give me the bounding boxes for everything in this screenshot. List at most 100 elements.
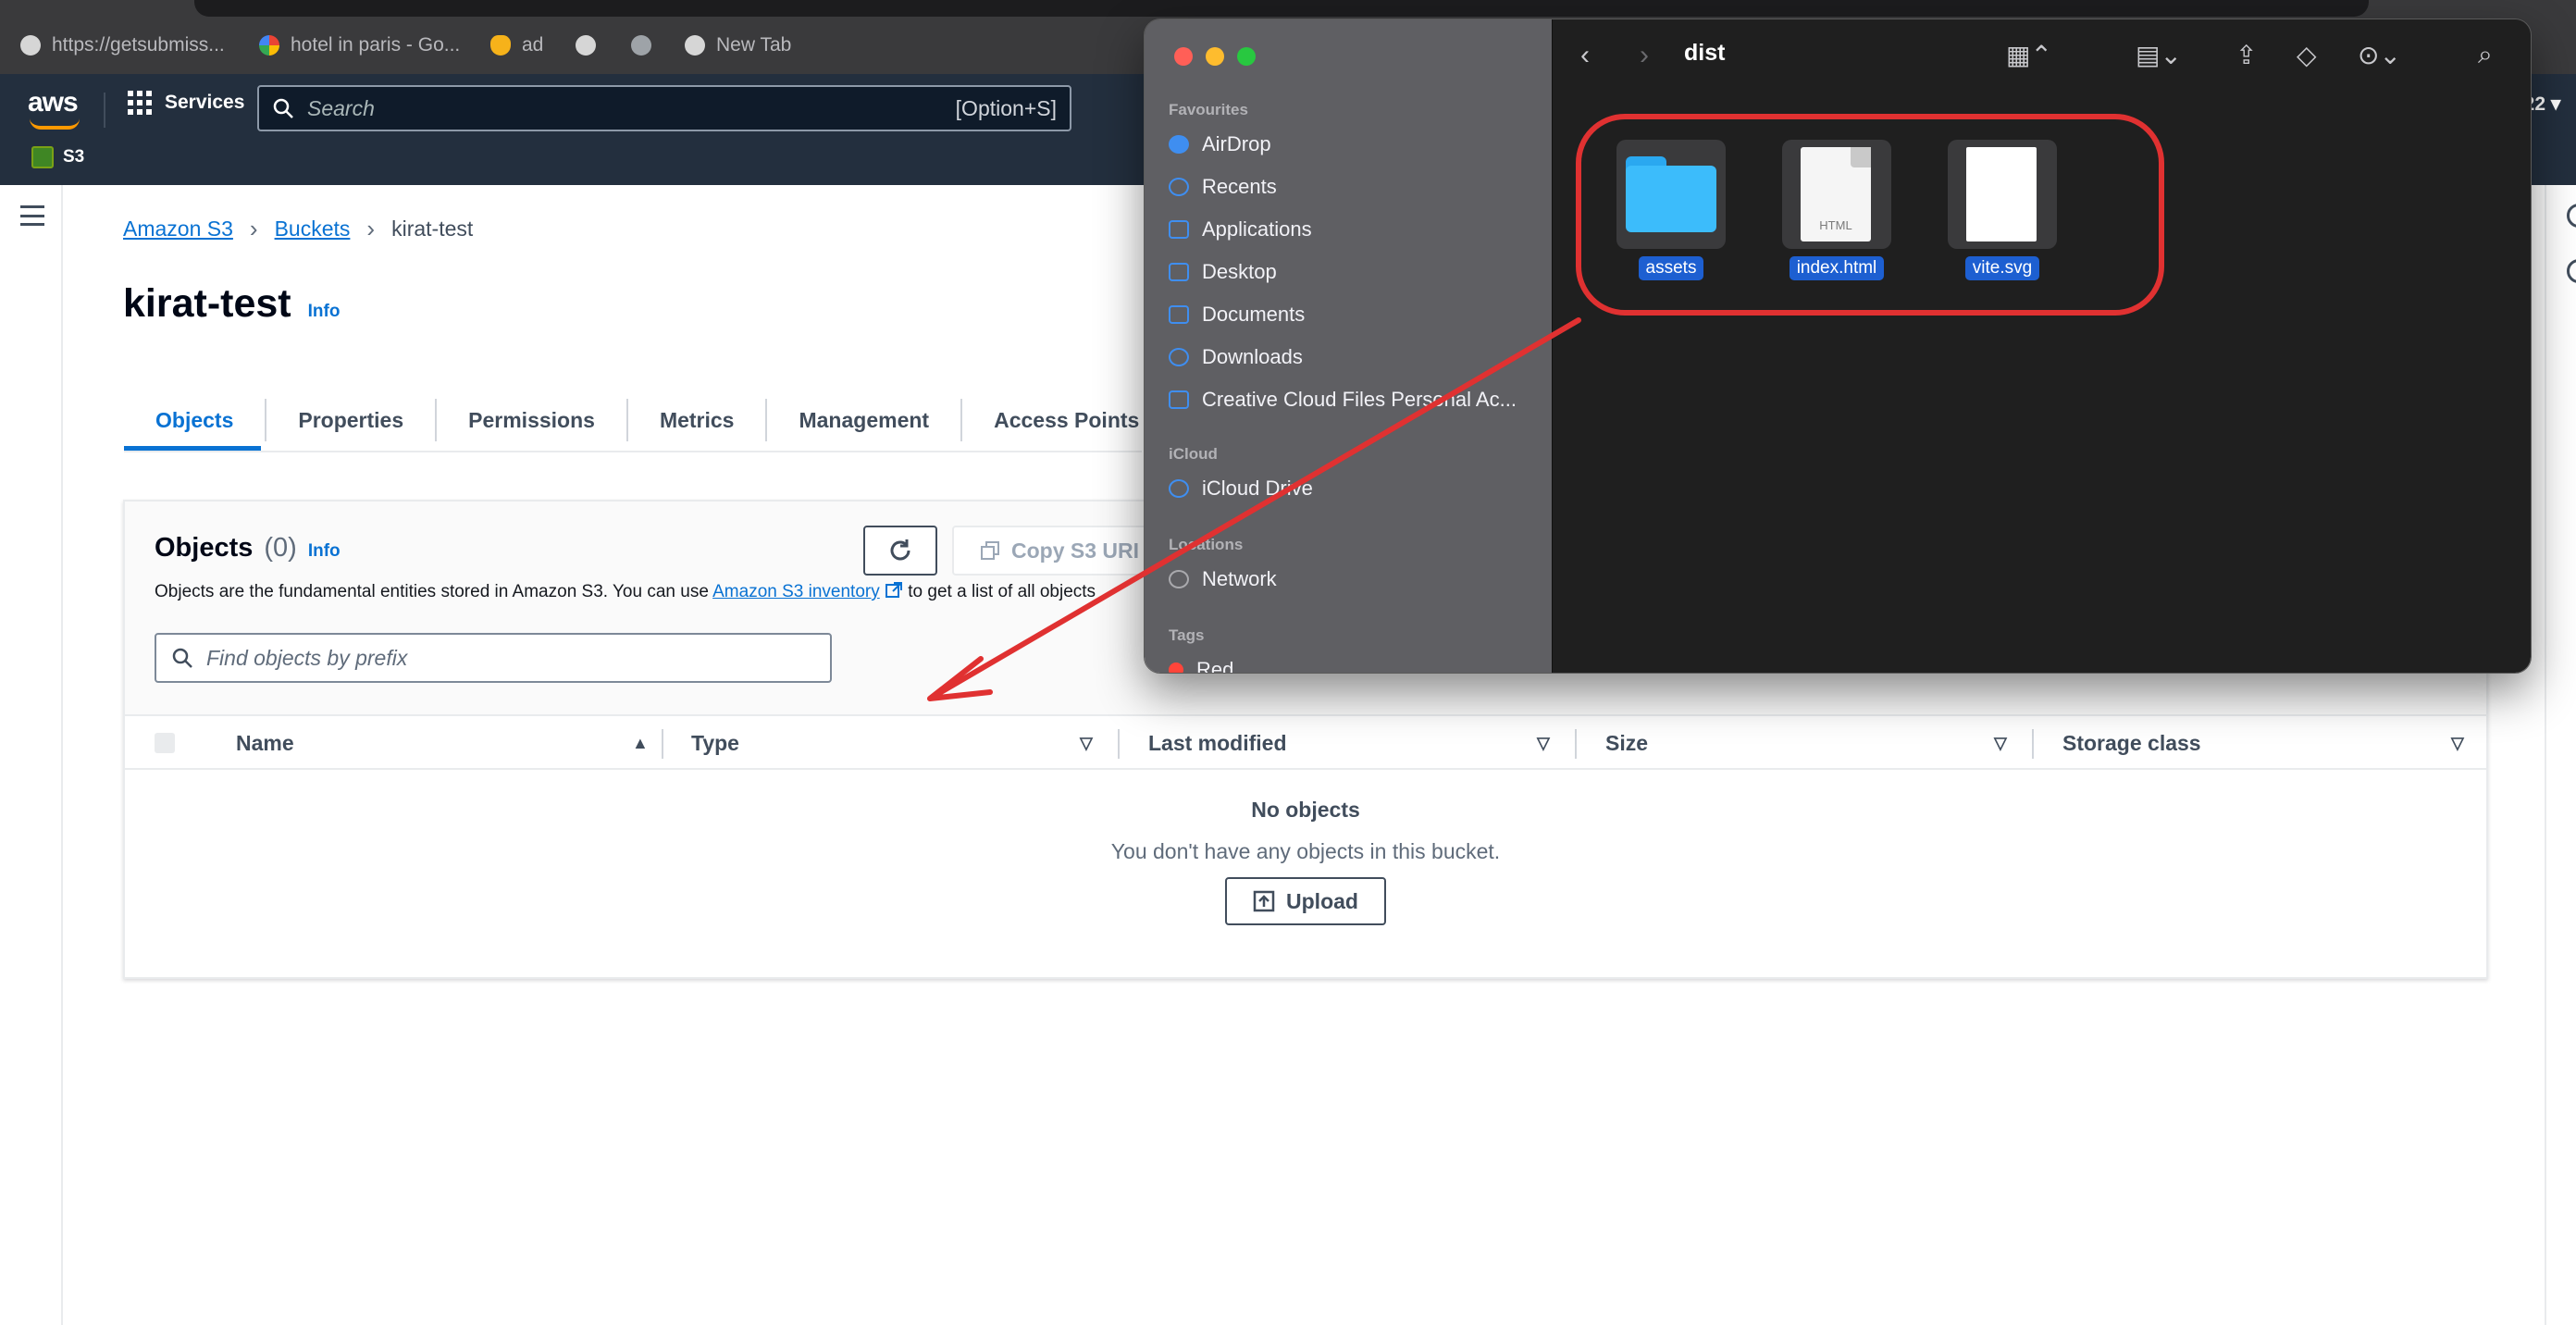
objects-info-link[interactable]: Info [308, 541, 341, 562]
tab-metrics[interactable]: Metrics [625, 399, 766, 441]
view-mode-icon[interactable]: ▦⌃ [2006, 40, 2052, 70]
tab-properties[interactable]: Properties [265, 399, 435, 441]
services-menu-button[interactable]: Services [128, 91, 244, 115]
bookmark-settings[interactable] [631, 30, 651, 61]
objects-count: (0) [264, 533, 297, 563]
active-tab-indicator [124, 446, 261, 451]
find-objects-input[interactable]: Find objects by prefix [155, 633, 832, 683]
cloud-icon [1169, 479, 1189, 498]
breadcrumb-current: kirat-test [391, 217, 474, 241]
sidebar-item-airdrop[interactable]: AirDrop [1169, 132, 1539, 156]
aws-smile-icon [30, 118, 80, 130]
hamburger-menu-icon[interactable] [20, 205, 44, 226]
aws-search-input[interactable]: Search [Option+S] [257, 85, 1071, 131]
upload-button[interactable]: Upload [1225, 877, 1386, 925]
bookmark-new-tab[interactable]: New Tab [685, 30, 791, 61]
refresh-button[interactable] [863, 526, 937, 576]
column-divider [1118, 729, 1120, 759]
file-item-assets[interactable]: assets [1616, 140, 1727, 280]
zoom-window-icon[interactable] [1237, 47, 1256, 66]
upload-icon [1253, 890, 1275, 912]
more-actions-icon[interactable]: ⊙⌄ [2358, 40, 2401, 70]
bookmark-ad[interactable]: ad [490, 30, 543, 61]
minimize-window-icon[interactable] [1206, 47, 1224, 66]
forward-icon[interactable]: › [1640, 40, 1649, 71]
globe-icon [685, 35, 705, 56]
folder-icon [1616, 140, 1726, 249]
sidebar-item-desktop[interactable]: Desktop [1169, 260, 1539, 284]
objects-table-header: Name ▲ Type ▽ Last modified ▽ Size ▽ Sto… [125, 714, 2486, 770]
file-item-vite-svg[interactable]: vite.svg [1947, 140, 2058, 280]
column-divider [2032, 729, 2034, 759]
sidebar-item-creative-cloud[interactable]: Creative Cloud Files Personal Ac... [1169, 388, 1539, 412]
page-title: kirat-test [123, 281, 291, 326]
search-icon[interactable]: ⌕ [2478, 40, 2493, 70]
feedback-icon[interactable] [2567, 259, 2576, 283]
back-icon[interactable]: ‹ [1580, 40, 1590, 71]
tab-access-points[interactable]: Access Points [960, 399, 1170, 441]
finder-content: ‹ › dist ▦⌃ ▤⌄ ⇪ ◇ ⊙⌄ ⌕ assets HTML inde… [1552, 19, 2531, 673]
clock-icon [1169, 178, 1189, 196]
column-type[interactable]: Type ▽ [691, 716, 1117, 770]
info-panel-icon[interactable] [2567, 204, 2576, 228]
bookmark-globe[interactable] [576, 30, 596, 61]
bookmark-getsubmission[interactable]: https://getsubmiss... [20, 30, 225, 61]
sort-icon: ▽ [1080, 733, 1093, 752]
group-by-icon[interactable]: ▤⌄ [2136, 40, 2182, 70]
empty-state: No objects You don't have any objects in… [125, 798, 2486, 925]
objects-description: Objects are the fundamental entities sto… [155, 582, 1096, 601]
search-icon [273, 98, 293, 118]
sidebar-item-applications[interactable]: Applications [1169, 217, 1539, 241]
file-item-index-html[interactable]: HTML index.html [1781, 140, 1892, 280]
download-icon [1169, 348, 1189, 366]
column-name[interactable]: Name ▲ [236, 716, 662, 770]
tag-icon[interactable]: ◇ [2297, 40, 2317, 70]
globe-icon [576, 35, 596, 56]
tab-objects[interactable]: Objects [124, 399, 265, 441]
s3-inventory-link[interactable]: Amazon S3 inventory [712, 582, 880, 601]
finder-folder-title: dist [1684, 40, 1726, 66]
firebase-icon [490, 35, 511, 56]
section-tags: Tags [1169, 626, 1205, 644]
bookmark-hotel-paris[interactable]: hotel in paris - Go... [259, 30, 460, 61]
tab-management[interactable]: Management [765, 399, 960, 441]
html-file-icon: HTML [1782, 140, 1891, 249]
s3-icon [31, 146, 54, 168]
finder-window: Favourites AirDrop Recents Applications … [1144, 19, 2532, 674]
close-window-icon[interactable] [1174, 47, 1193, 66]
sidebar-item-documents[interactable]: Documents [1169, 303, 1539, 327]
aws-logo[interactable]: aws [28, 87, 83, 130]
right-tools-strip [2545, 185, 2576, 1325]
chevron-right-icon: › [249, 215, 258, 242]
finder-sidebar: Favourites AirDrop Recents Applications … [1145, 19, 1552, 673]
column-size[interactable]: Size ▽ [1605, 716, 2031, 770]
info-link[interactable]: Info [308, 302, 341, 322]
column-storage-class[interactable]: Storage class ▽ [2062, 716, 2488, 770]
objects-heading: Objects (0) Info [155, 533, 341, 563]
sidebar-item-network[interactable]: Network [1169, 567, 1539, 591]
airdrop-icon [1169, 135, 1189, 154]
column-last-modified[interactable]: Last modified ▽ [1148, 716, 1574, 770]
sidebar-item-recents[interactable]: Recents [1169, 175, 1539, 199]
service-crumb-s3[interactable]: S3 [31, 146, 84, 168]
document-icon [1169, 305, 1189, 324]
select-all-checkbox[interactable] [155, 733, 175, 753]
tab-permissions[interactable]: Permissions [435, 399, 626, 441]
sidebar-item-tag-red[interactable]: Red [1169, 658, 1539, 673]
section-favourites: Favourites [1169, 101, 1248, 118]
external-link-icon [886, 582, 902, 598]
empty-text: You don't have any objects in this bucke… [1110, 839, 1501, 863]
breadcrumb-buckets[interactable]: Buckets [275, 217, 351, 241]
globe-icon [20, 35, 41, 56]
section-locations: Locations [1169, 536, 1244, 553]
network-icon [1169, 570, 1189, 588]
settings-icon [631, 35, 651, 56]
breadcrumb: Amazon S3 › Buckets › kirat-test [123, 215, 473, 243]
sort-icon: ▽ [2451, 733, 2464, 752]
sidebar-item-downloads[interactable]: Downloads [1169, 345, 1539, 369]
sidebar-item-icloud-drive[interactable]: iCloud Drive [1169, 477, 1539, 501]
breadcrumb-amazon-s3[interactable]: Amazon S3 [123, 217, 233, 241]
sort-icon: ▽ [1537, 733, 1550, 752]
share-icon[interactable]: ⇪ [2235, 40, 2257, 70]
column-divider [1575, 729, 1577, 759]
